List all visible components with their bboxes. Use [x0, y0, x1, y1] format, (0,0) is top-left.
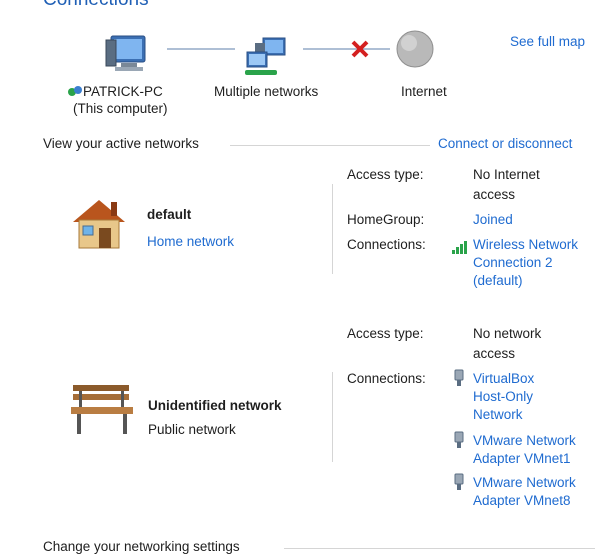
change-settings-heading: Change your networking settings: [43, 539, 240, 554]
connections-label-2: Connections:: [347, 371, 426, 386]
homegroup-icon: [68, 86, 82, 96]
see-full-map-link[interactable]: See full map: [510, 34, 585, 49]
network-map: [105, 30, 434, 75]
connections-label: Connections:: [347, 237, 426, 252]
multiple-networks-icon[interactable]: [245, 37, 286, 75]
home-network-link[interactable]: Home network: [147, 234, 234, 249]
house-icon: [73, 200, 125, 249]
access-type-value: No Internet: [473, 167, 540, 182]
computer-subtitle: (This computer): [73, 101, 168, 116]
wireless-signal-icon: [452, 241, 467, 254]
internet-label: Internet: [401, 84, 447, 99]
access-type-label: Access type:: [347, 167, 424, 182]
vmnet1-adapter-link[interactable]: VMware Network Adapter VMnet1: [473, 433, 576, 466]
ethernet-adapter-icon: [454, 369, 464, 386]
access-type-label-2: Access type:: [347, 326, 424, 341]
virtualbox-adapter-link[interactable]: VirtualBox Host-Only Network: [473, 371, 534, 422]
connect-disconnect-link[interactable]: Connect or disconnect: [438, 136, 572, 151]
network-name-default: default: [147, 207, 192, 222]
public-network-label: Public network: [148, 422, 236, 437]
wireless-connection-link[interactable]: Wireless Network Connection 2 (default): [473, 237, 578, 288]
ethernet-adapter-icon: [454, 473, 464, 490]
access-type-value-2: access: [473, 187, 516, 202]
ethernet-adapter-icon: [454, 431, 464, 448]
homegroup-joined-link[interactable]: Joined: [473, 212, 513, 227]
bench-icon: [71, 385, 133, 434]
computer-name: PATRICK-PC: [67, 84, 163, 99]
access-type-value-4: access: [473, 346, 516, 361]
section-title: Connections: [43, 0, 149, 11]
vmnet8-adapter-link[interactable]: VMware Network Adapter VMnet8: [473, 475, 576, 508]
active-networks-heading: View your active networks: [43, 136, 199, 151]
homegroup-label: HomeGroup:: [347, 212, 425, 227]
computer-icon[interactable]: [105, 35, 146, 71]
multiple-networks-label: Multiple networks: [214, 84, 319, 99]
network-name-unidentified: Unidentified network: [148, 398, 282, 413]
access-type-value-3: No network: [473, 326, 542, 341]
internet-globe-icon[interactable]: [396, 30, 434, 68]
